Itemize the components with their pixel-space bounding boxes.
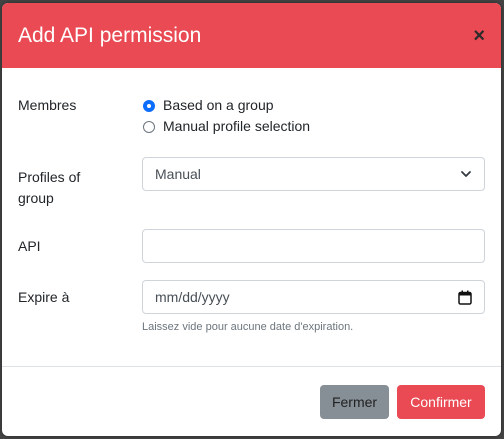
expire-row: Expire à mm/dd/yyyy Laissez vide pour au… xyxy=(18,280,485,333)
members-radio-group: Based on a group Manual profile selectio… xyxy=(142,95,485,137)
api-row: API xyxy=(18,229,485,263)
profiles-field: Manual xyxy=(142,157,485,209)
expire-field: mm/dd/yyyy Laissez vide pour aucune date… xyxy=(142,280,485,333)
radio-label-manual-profile: Manual profile selection xyxy=(163,118,311,134)
profiles-label-line1: Profiles of xyxy=(18,169,81,185)
members-row: Membres Based on a group Manual profile … xyxy=(18,95,485,137)
radio-based-on-group[interactable] xyxy=(143,99,155,112)
modal-header: Add API permission × xyxy=(2,3,501,68)
modal-body: Membres Based on a group Manual profile … xyxy=(2,68,501,366)
calendar-icon[interactable] xyxy=(458,290,472,305)
api-field xyxy=(142,229,485,263)
profiles-row: Profiles of group Manual xyxy=(18,157,485,209)
radio-manual-profile[interactable] xyxy=(143,120,155,133)
confirmer-button[interactable]: Confirmer xyxy=(397,384,485,419)
radio-label-based-on-group: Based on a group xyxy=(163,97,274,113)
profiles-select[interactable]: Manual xyxy=(142,157,485,191)
members-label: Membres xyxy=(18,97,77,113)
api-label: API xyxy=(18,238,41,254)
api-permission-modal: Add API permission × Membres Based on a … xyxy=(2,3,501,436)
expire-label: Expire à xyxy=(18,289,70,305)
close-icon[interactable]: × xyxy=(473,26,485,46)
profiles-label-line2: group xyxy=(18,190,54,206)
radio-option-group[interactable]: Based on a group xyxy=(142,95,485,116)
chevron-down-icon xyxy=(461,171,471,177)
expire-help-text: Laissez vide pour aucune date d'expirati… xyxy=(142,321,354,333)
fermer-button[interactable]: Fermer xyxy=(320,384,389,419)
profiles-label: Profiles of group xyxy=(18,157,142,209)
profiles-select-value: Manual xyxy=(155,166,201,182)
expire-date-input[interactable]: mm/dd/yyyy xyxy=(142,280,485,314)
radio-option-manual[interactable]: Manual profile selection xyxy=(142,116,485,137)
expire-date-placeholder: mm/dd/yyyy xyxy=(155,289,230,305)
modal-footer: Fermer Confirmer xyxy=(2,366,501,436)
api-input[interactable] xyxy=(142,229,485,263)
modal-title: Add API permission xyxy=(18,23,202,47)
